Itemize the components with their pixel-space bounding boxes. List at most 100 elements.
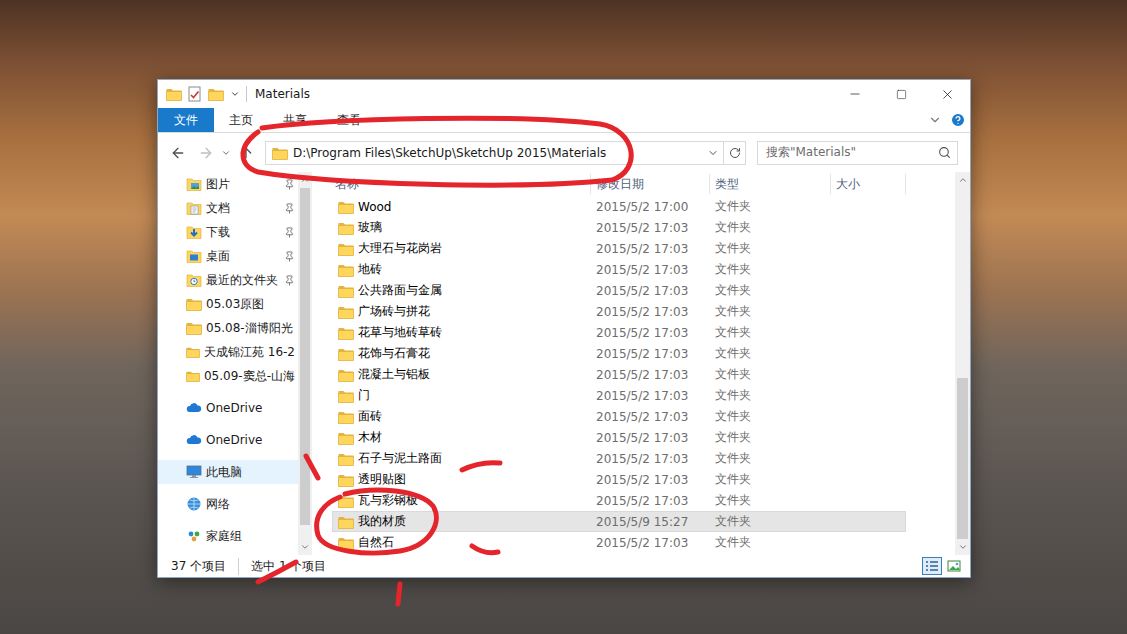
customize-toolbar-icon[interactable] bbox=[230, 89, 240, 99]
up-button[interactable] bbox=[234, 141, 258, 165]
ribbon-tab[interactable]: 共享 bbox=[268, 108, 322, 132]
nav-label: 此电脑 bbox=[206, 464, 242, 481]
name-cell: Wood bbox=[333, 200, 592, 214]
nav-item[interactable]: 家庭组 bbox=[158, 524, 298, 548]
modified-cell: 2015/5/2 17:03 bbox=[592, 347, 711, 361]
scroll-down-button[interactable] bbox=[298, 539, 312, 555]
nav-item[interactable]: 此电脑 bbox=[158, 460, 298, 484]
type-cell: 文件夹 bbox=[711, 219, 832, 236]
nav-item[interactable]: 天成锦江苑 16-2 bbox=[158, 340, 298, 364]
view-toggle[interactable] bbox=[922, 557, 942, 575]
address-folder-icon bbox=[272, 146, 288, 160]
quick-access-toolbar bbox=[166, 86, 240, 102]
address-dropdown-button[interactable] bbox=[703, 142, 723, 164]
nav-label: 05.03原图 bbox=[206, 296, 264, 313]
expand-ribbon-icon[interactable] bbox=[928, 113, 942, 127]
nav-section: OneDrive bbox=[158, 428, 298, 452]
refresh-button[interactable] bbox=[723, 142, 745, 164]
scroll-thumb[interactable] bbox=[957, 378, 968, 539]
file-row[interactable]: 木材2015/5/2 17:03文件夹 bbox=[332, 427, 906, 448]
ribbon-tab[interactable]: 查看 bbox=[322, 108, 376, 132]
minimize-button[interactable] bbox=[832, 80, 878, 108]
back-button[interactable] bbox=[166, 141, 190, 165]
file-row[interactable]: 花草与地砖草砖2015/5/2 17:03文件夹 bbox=[332, 322, 906, 343]
folder-icon bbox=[186, 345, 200, 359]
stroke-mark bbox=[398, 584, 400, 604]
column-header-cell[interactable]: 大小 bbox=[831, 174, 906, 194]
nav-item[interactable]: OneDrive bbox=[158, 396, 298, 420]
scroll-up-button[interactable] bbox=[298, 172, 312, 188]
recent-locations-button[interactable] bbox=[218, 141, 234, 165]
maximize-button[interactable] bbox=[878, 80, 924, 108]
folder-icon bbox=[338, 515, 354, 529]
red-annotation-marks bbox=[0, 0, 1127, 634]
column-header-cell[interactable]: 修改日期 bbox=[591, 174, 710, 194]
file-menu-button[interactable]: 文件 bbox=[158, 108, 214, 132]
type-cell: 文件夹 bbox=[711, 450, 832, 467]
file-row[interactable]: 门2015/5/2 17:03文件夹 bbox=[332, 385, 906, 406]
modified-cell: 2015/5/2 17:03 bbox=[592, 368, 711, 382]
pin-icon bbox=[284, 203, 295, 214]
column-header-cell[interactable]: 类型 bbox=[710, 174, 831, 194]
file-row[interactable]: 广场砖与拼花2015/5/2 17:03文件夹 bbox=[332, 301, 906, 322]
scroll-down-button[interactable] bbox=[955, 539, 970, 555]
file-list-scrollbar[interactable] bbox=[955, 172, 970, 555]
pin bbox=[284, 227, 295, 238]
nav-item[interactable]: 文档 bbox=[158, 196, 298, 220]
file-row[interactable]: 面砖2015/5/2 17:03文件夹 bbox=[332, 406, 906, 427]
file-row[interactable]: 地砖2015/5/2 17:03文件夹 bbox=[332, 259, 906, 280]
properties-icon[interactable] bbox=[188, 86, 202, 102]
modified-cell: 2015/5/2 17:03 bbox=[592, 536, 711, 550]
scroll-track[interactable] bbox=[298, 188, 312, 539]
nav-item[interactable]: 图片 bbox=[158, 172, 298, 196]
nav-label: 天成锦江苑 16-2 bbox=[204, 344, 295, 361]
file-row[interactable]: Wood2015/5/2 17:00文件夹 bbox=[332, 196, 906, 217]
pin bbox=[284, 275, 295, 286]
nav-item[interactable]: 网络 bbox=[158, 492, 298, 516]
search-field[interactable]: 搜索"Materials" bbox=[757, 141, 958, 165]
address-field[interactable]: D:\Program Files\SketchUp\SketchUp 2015\… bbox=[265, 141, 746, 165]
file-row[interactable]: 玻璃2015/5/2 17:03文件夹 bbox=[332, 217, 906, 238]
nav-item[interactable]: OneDrive bbox=[158, 428, 298, 452]
column-header-cell[interactable]: 名称 bbox=[332, 174, 591, 194]
file-row[interactable]: 混凝土与铝板2015/5/2 17:03文件夹 bbox=[332, 364, 906, 385]
stroke-mark bbox=[472, 546, 498, 553]
file-row[interactable]: 我的材质2015/5/9 15:27文件夹 bbox=[332, 511, 906, 532]
nav-label: OneDrive bbox=[206, 401, 262, 415]
address-path[interactable]: D:\Program Files\SketchUp\SketchUp 2015\… bbox=[288, 146, 703, 160]
close-button[interactable] bbox=[924, 80, 970, 108]
file-row[interactable]: 透明贴图2015/5/2 17:03文件夹 bbox=[332, 469, 906, 490]
modified-cell: 2015/5/2 17:03 bbox=[592, 263, 711, 277]
scroll-track[interactable] bbox=[955, 188, 970, 539]
stroke-mark bbox=[258, 562, 296, 582]
type-cell: 文件夹 bbox=[711, 471, 832, 488]
help-icon[interactable] bbox=[950, 112, 966, 128]
nav-item[interactable]: 最近的文件夹 bbox=[158, 268, 298, 292]
file-row[interactable]: 大理石与花岗岩2015/5/2 17:03文件夹 bbox=[332, 238, 906, 259]
name-cell: 门 bbox=[333, 387, 592, 404]
file-row[interactable]: 瓦与彩钢板2015/5/2 17:03文件夹 bbox=[332, 490, 906, 511]
scroll-up-button[interactable] bbox=[955, 172, 970, 188]
file-row[interactable]: 石子与泥土路面2015/5/2 17:03文件夹 bbox=[332, 448, 906, 469]
type-cell: 文件夹 bbox=[711, 240, 832, 257]
nav-label: 桌面 bbox=[206, 248, 230, 265]
navigation-scrollbar[interactable] bbox=[298, 172, 312, 555]
ribbon-tab[interactable]: 主页 bbox=[214, 108, 268, 132]
forward-button[interactable] bbox=[194, 141, 218, 165]
view-toggle[interactable] bbox=[944, 557, 964, 575]
nav-item[interactable]: 05.09-窦总-山海 bbox=[158, 364, 298, 388]
status-item: 选中 1 个项目 bbox=[238, 558, 338, 575]
file-row[interactable]: 公共路面与金属2015/5/2 17:03文件夹 bbox=[332, 280, 906, 301]
nav-item[interactable]: 05.08-淄博阳光 bbox=[158, 316, 298, 340]
file-row[interactable]: 花饰与石膏花2015/5/2 17:03文件夹 bbox=[332, 343, 906, 364]
nav-item[interactable]: 05.03原图 bbox=[158, 292, 298, 316]
type-cell: 文件夹 bbox=[711, 345, 832, 362]
modified-cell: 2015/5/2 17:03 bbox=[592, 473, 711, 487]
name-cell: 我的材质 bbox=[333, 513, 592, 530]
nav-item[interactable]: 桌面 bbox=[158, 244, 298, 268]
nav-item[interactable]: 下载 bbox=[158, 220, 298, 244]
file-row[interactable]: 自然石2015/5/2 17:03文件夹 bbox=[332, 532, 906, 553]
type-cell: 文件夹 bbox=[711, 387, 832, 404]
folder-icon bbox=[338, 473, 354, 487]
scroll-thumb[interactable] bbox=[300, 188, 310, 525]
